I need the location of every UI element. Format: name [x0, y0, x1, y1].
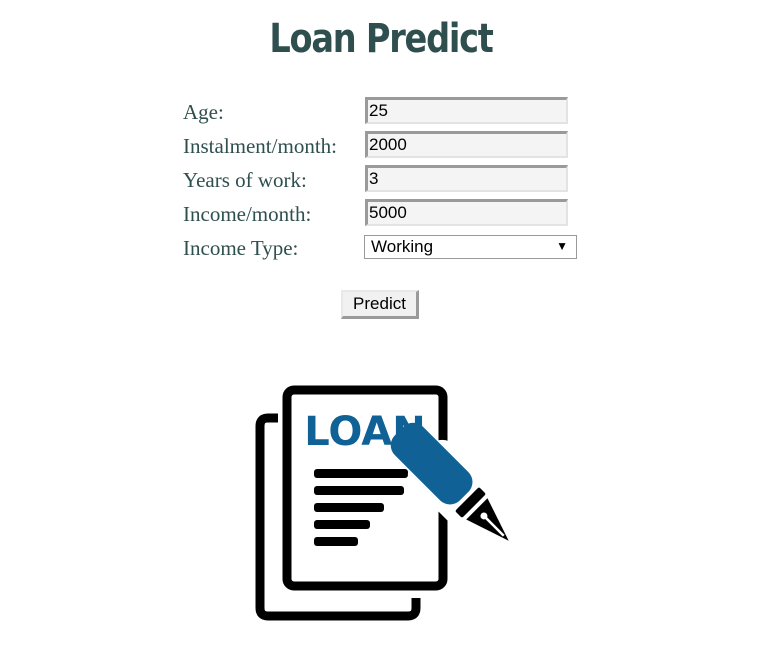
predict-button[interactable]: Predict [341, 290, 419, 319]
income-type-select[interactable]: Working ▼ [364, 235, 577, 259]
text-line [314, 486, 404, 495]
chevron-down-icon: ▼ [556, 239, 568, 253]
page-title: Loan Predict [269, 16, 493, 62]
income-type-label: Income Type: [183, 236, 299, 260]
instalment-label: Instalment/month: [183, 134, 337, 158]
text-line [314, 469, 408, 478]
loan-document-pen-icon: LOAN [255, 385, 520, 621]
text-line [314, 537, 358, 546]
years-of-work-input[interactable]: 3 [365, 165, 568, 192]
income-input[interactable]: 5000 [365, 199, 568, 226]
income-type-selected-value: Working [371, 237, 434, 256]
instalment-input[interactable]: 2000 [365, 131, 568, 158]
text-line [314, 503, 384, 512]
text-line [314, 520, 370, 529]
years-of-work-label: Years of work: [183, 168, 307, 192]
income-label: Income/month: [183, 202, 312, 226]
age-input[interactable]: 25 [365, 97, 568, 124]
age-label: Age: [183, 100, 224, 124]
